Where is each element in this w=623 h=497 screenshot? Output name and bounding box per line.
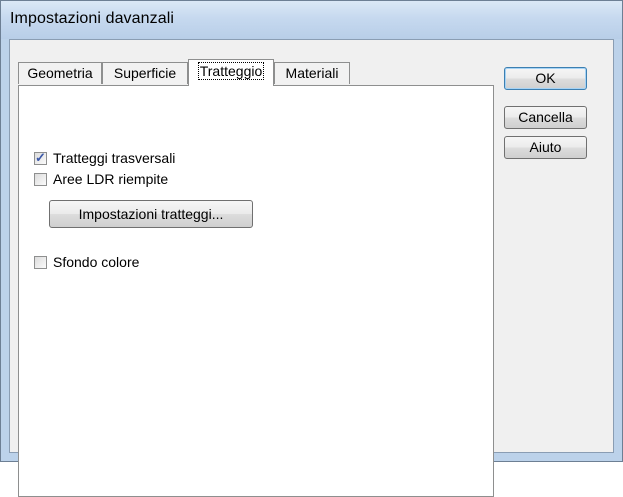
- tratteggi-trasversali-checkbox[interactable]: [34, 150, 47, 166]
- tab-label: Tratteggio: [197, 62, 265, 80]
- checkbox-label: Sfondo colore: [53, 254, 140, 270]
- title-bar[interactable]: Impostazioni davanzali: [1, 1, 622, 39]
- tab-label: Superficie: [113, 65, 177, 81]
- dialog-window: Impostazioni davanzali Geometria Superfi…: [0, 0, 623, 497]
- checkbox-row-tratteggi-trasversali[interactable]: Tratteggi trasversali: [34, 150, 175, 166]
- checkbox-row-aree-ldr[interactable]: Aree LDR riempite: [34, 171, 168, 187]
- tab-tratteggio[interactable]: Tratteggio: [188, 59, 274, 86]
- impostazioni-tratteggi-button[interactable]: Impostazioni tratteggi...: [49, 200, 253, 228]
- sfondo-colore-checkbox[interactable]: [34, 255, 47, 269]
- dialog-client-area: Geometria Superficie Tratteggio Material…: [9, 39, 614, 497]
- tab-panel-tratteggio: Tratteggi trasversali Aree LDR riempite …: [18, 85, 494, 497]
- window-title: Impostazioni davanzali: [10, 10, 175, 27]
- tab-materiali[interactable]: Materiali: [274, 62, 350, 84]
- tab-label: Materiali: [285, 65, 339, 81]
- checkbox-label: Tratteggi trasversali: [53, 150, 176, 166]
- checkbox-row-sfondo-colore[interactable]: Sfondo colore: [34, 254, 139, 270]
- cancel-button[interactable]: Cancella: [504, 106, 587, 129]
- tab-label: Geometria: [27, 65, 93, 81]
- tab-geometria[interactable]: Geometria: [18, 62, 102, 84]
- checkbox-label: Aree LDR riempite: [53, 171, 169, 187]
- ok-button[interactable]: OK: [504, 67, 587, 90]
- help-button[interactable]: Aiuto: [504, 136, 587, 159]
- tab-superficie[interactable]: Superficie: [102, 62, 188, 84]
- aree-ldr-riempite-checkbox[interactable]: [34, 172, 47, 186]
